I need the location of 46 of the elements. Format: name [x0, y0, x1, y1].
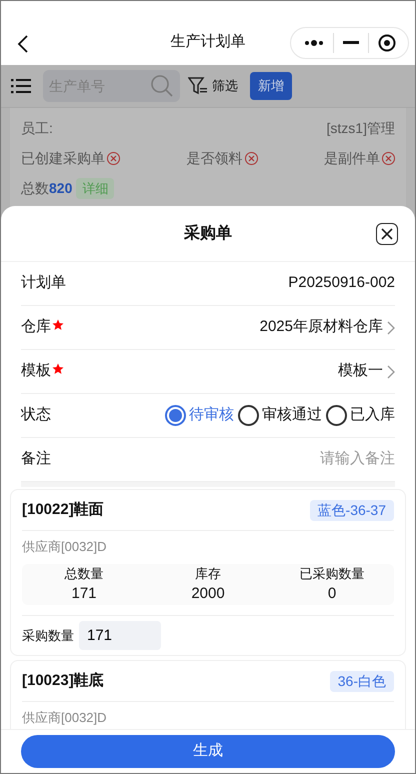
generate-button[interactable]: 生成 [21, 735, 395, 768]
radio-option[interactable]: 审核通过 [238, 404, 322, 427]
flag-label: 已创建采购单 [21, 149, 105, 168]
chevron-right-icon [387, 364, 395, 378]
material-name: [10022]鞋面 [22, 500, 104, 520]
sheet-title: 采购单 [184, 223, 232, 244]
stat-label: 总数量 [64, 565, 104, 583]
qty-input[interactable]: 171 [79, 621, 161, 650]
supplier-text: 供应商[0032]D [22, 539, 107, 554]
stat-label: 库存 [195, 565, 221, 583]
radio-option[interactable]: 已入库 [326, 404, 395, 427]
flag-label: 是副件单 [324, 149, 380, 168]
more-icon[interactable] [304, 40, 324, 46]
field-label: 备注 [21, 449, 51, 470]
material-name: [10023]鞋底 [22, 670, 104, 691]
qty-label: 采购数量 [22, 626, 74, 645]
select-field[interactable]: 模板一 [338, 360, 395, 383]
flag-label: 是否领料 [186, 149, 242, 168]
menu-icon[interactable] [11, 78, 31, 94]
filter-button[interactable]: 筛选 [188, 76, 238, 96]
field-label: 仓库 [21, 317, 51, 338]
employee-label: 员工: [21, 119, 53, 138]
close-icon[interactable] [376, 222, 398, 244]
stat-value: 171 [71, 584, 97, 604]
spec-tag: 蓝色-36-37 [310, 500, 394, 520]
radio-option[interactable]: 待审核 [165, 404, 234, 427]
filter-icon [188, 77, 208, 95]
stat-label: 已采购数量 [300, 565, 364, 583]
target-icon[interactable] [378, 34, 396, 52]
field-label: 状态 [21, 405, 51, 426]
supplier-text: 供应商[0032]D [22, 710, 107, 725]
field-label: 计划单 [21, 273, 66, 294]
search-icon [150, 74, 174, 98]
total-label: 总数820 [21, 179, 72, 198]
remark-input[interactable]: 请输入备注 [235, 448, 395, 471]
spec-tag: 36-白色 [330, 670, 394, 692]
minimize-icon[interactable] [342, 41, 358, 45]
select-field[interactable]: 2025年原材料仓库 [260, 316, 395, 339]
stat-value: 0 [328, 584, 336, 604]
employee-value: [stzs1]管理 [326, 119, 395, 138]
add-button[interactable]: 新增 [250, 72, 292, 100]
field-value: P20250916-002 [288, 273, 395, 294]
field-label: 模板 [21, 361, 51, 382]
stat-value: 2000 [191, 584, 225, 604]
chevron-right-icon [387, 320, 395, 334]
page-title: 生产计划单 [170, 32, 246, 52]
